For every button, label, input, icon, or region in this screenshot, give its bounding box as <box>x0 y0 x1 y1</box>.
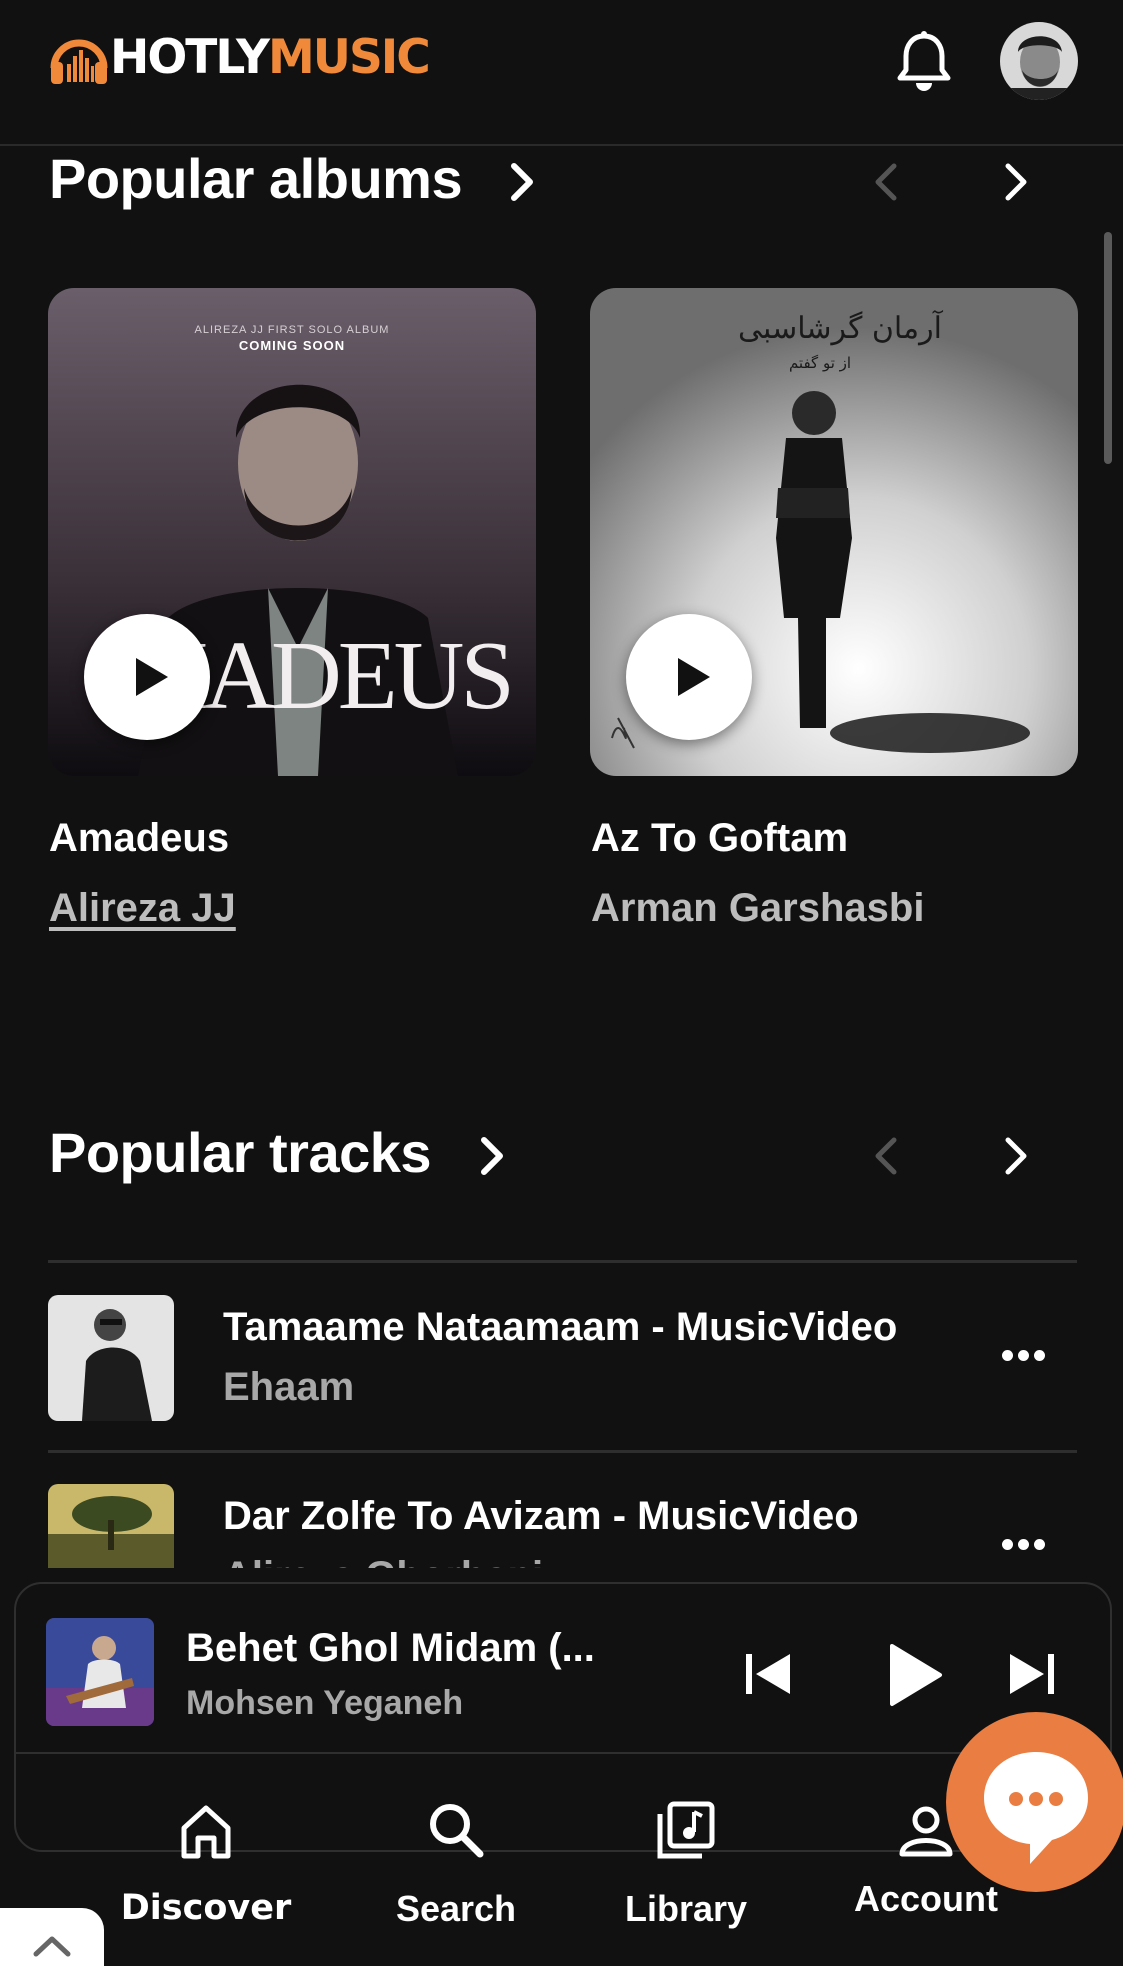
nav-item-discover[interactable]: Discover <box>106 1754 306 1954</box>
nav-label: Discover <box>120 1888 292 1928</box>
now-playing-thumbnail[interactable] <box>46 1618 154 1726</box>
more-options-icon[interactable] <box>1002 1539 1046 1551</box>
headphones-logo-icon <box>50 39 108 84</box>
chat-button[interactable] <box>946 1712 1123 1892</box>
next-track-icon[interactable] <box>1002 1650 1062 1698</box>
nav-label: Search <box>395 1888 517 1929</box>
top-header: HOTLYMUSIC <box>0 0 1123 146</box>
nav-item-search[interactable]: Search <box>356 1754 556 1954</box>
logo-text: HOTLYMUSIC <box>110 30 431 85</box>
track-row[interactable]: Dar Zolfe To Avizam - MusicVideo Alireza… <box>0 0 1123 1568</box>
now-playing-title[interactable]: Behet Ghol Midam (... <box>186 1626 595 1671</box>
track-thumbnail <box>48 1484 174 1568</box>
track-artwork <box>48 1484 174 1568</box>
avatar-photo <box>1000 22 1078 100</box>
nav-item-library[interactable]: Library <box>586 1754 786 1954</box>
bottom-navigation: Discover Search Library Account <box>14 1754 1108 1966</box>
chat-bubble-icon <box>984 1752 1088 1864</box>
now-playing-artist[interactable]: Mohsen Yeganeh <box>186 1684 463 1723</box>
user-avatar[interactable] <box>1000 22 1078 100</box>
track-artist[interactable]: Alireza Ghorbani <box>223 1554 543 1568</box>
now-playing-artwork <box>46 1618 154 1726</box>
nav-label: Library <box>624 1888 748 1929</box>
bell-icon[interactable] <box>896 30 952 92</box>
play-icon[interactable] <box>882 1642 946 1708</box>
collapse-tab[interactable] <box>0 1908 104 1966</box>
previous-track-icon[interactable] <box>740 1650 800 1698</box>
search-icon <box>430 1804 484 1858</box>
logo[interactable]: HOTLYMUSIC <box>48 28 431 88</box>
app-screen: HOTLYMUSIC Popular albums ALIREZA JJ FIR… <box>0 0 1123 1966</box>
library-icon <box>657 1801 715 1859</box>
chevron-up-icon <box>33 1936 71 1957</box>
home-icon <box>181 1805 231 1859</box>
track-title[interactable]: Dar Zolfe To Avizam - MusicVideo <box>223 1494 943 1539</box>
